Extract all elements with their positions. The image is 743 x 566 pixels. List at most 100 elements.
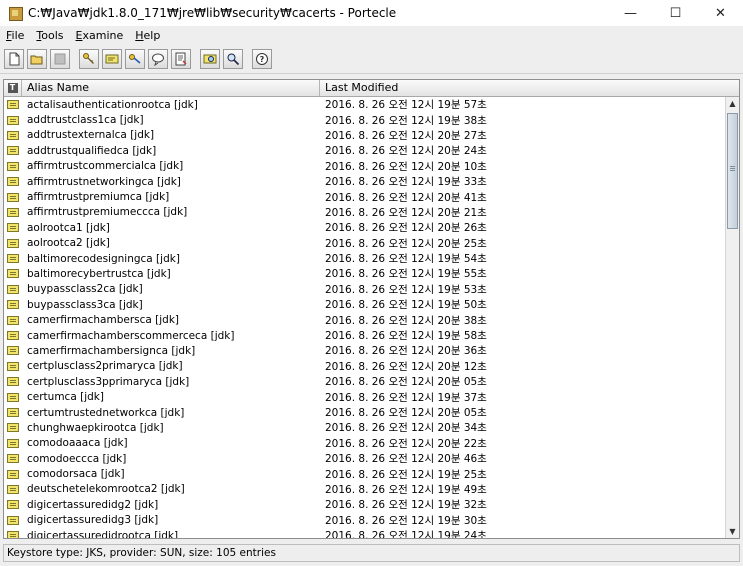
alias-name-cell: camerfirmachambersca [jdk]	[27, 314, 180, 327]
table-row[interactable]: affirmtrustpremiumeccca [jdk] 2016. 8. 26…	[4, 205, 724, 220]
alias-name-cell: deutschetelekomrootca2 [jdk]	[27, 483, 185, 496]
alias-name-cell: certplusclass3pprimaryca [jdk]	[27, 375, 190, 388]
import-keypair-button[interactable]	[125, 48, 145, 69]
new-keystore-button[interactable]	[4, 48, 24, 69]
trusted-cert-entry-icon	[4, 223, 22, 233]
table-row[interactable]: comodoaaaca [jdk] 2016. 8. 26 오전 12시 20분 …	[4, 436, 724, 451]
trusted-cert-entry-icon	[4, 161, 22, 171]
import-trusted-cert-button[interactable]	[102, 48, 122, 69]
last-modified-cell: 2016. 8. 26 오전 12시 19분 25초	[325, 468, 487, 481]
table-row[interactable]: certumtrustednetworkca [jdk] 2016. 8. 26 …	[4, 405, 724, 420]
alias-name-cell: addtrustqualifiedca [jdk]	[27, 144, 157, 157]
import-trusted-cert-icon	[105, 54, 119, 63]
help-button[interactable]: ?	[252, 48, 272, 69]
column-header-last-modified[interactable]: Last Modified	[320, 80, 739, 96]
table-row[interactable]: comodoeccca [jdk] 2016. 8. 26 오전 12시 20분 …	[4, 451, 724, 466]
open-keystore-button[interactable]	[27, 48, 47, 69]
table-row[interactable]: digicertassuredidg2 [jdk] 2016. 8. 26 오전 …	[4, 497, 724, 512]
table-row[interactable]: camerfirmachamberscommerceca [jdk] 2016. …	[4, 328, 724, 343]
table-row[interactable]: addtrustclass1ca [jdk] 2016. 8. 26 오전 12시…	[4, 112, 724, 127]
trusted-cert-entry-icon	[4, 454, 22, 464]
last-modified-cell: 2016. 8. 26 오전 12시 20분 36초	[325, 345, 487, 358]
menu-tools[interactable]: Tools	[30, 29, 69, 42]
save-keystore-button[interactable]	[50, 48, 70, 69]
table-row[interactable]: buypassclass2ca [jdk] 2016. 8. 26 오전 12시 …	[4, 282, 724, 297]
keystore-report-icon	[175, 52, 187, 65]
column-header-alias-name[interactable]: Alias Name	[22, 80, 320, 96]
vertical-scrollbar[interactable]: ▲ ▼	[725, 97, 739, 538]
alias-name-cell: affirmtrustnetworkingca [jdk]	[27, 175, 181, 188]
set-password-button[interactable]	[148, 48, 168, 69]
table-row[interactable]: camerfirmachambersignca [jdk] 2016. 8. 26…	[4, 343, 724, 358]
table-row[interactable]: comodorsaca [jdk] 2016. 8. 26 오전 12시 19분 …	[4, 466, 724, 481]
menu-help[interactable]: Help	[129, 29, 166, 42]
trusted-cert-entry-icon	[4, 438, 22, 448]
alias-name-cell: chunghwaepkirootca [jdk]	[27, 421, 164, 434]
column-header-entry-type[interactable]: T	[4, 80, 22, 96]
help-icon: ?	[256, 52, 268, 65]
table-row[interactable]: affirmtrustpremiumca [jdk] 2016. 8. 26 오전…	[4, 189, 724, 204]
scroll-thumb[interactable]	[727, 113, 738, 229]
set-password-icon	[152, 53, 164, 66]
generate-keypair-button[interactable]	[79, 48, 99, 69]
trusted-cert-entry-icon	[4, 115, 22, 125]
last-modified-cell: 2016. 8. 26 오전 12시 19분 30초	[325, 514, 487, 527]
last-modified-cell: 2016. 8. 26 오전 12시 20분 05초	[325, 407, 487, 419]
table-row[interactable]: certplusclass3pprimaryca [jdk] 2016. 8. 2…	[4, 374, 724, 389]
trusted-cert-entry-icon	[4, 484, 22, 494]
alias-name-cell: affirmtrustcommercialca [jdk]	[27, 160, 184, 173]
menu-help-mnemonic: H	[135, 28, 144, 42]
alias-name-cell: aolrootca1 [jdk]	[27, 221, 110, 234]
keystore-entries-table: T Alias Name Last Modified actalisauthen…	[3, 79, 740, 539]
table-row[interactable]: addtrustexternalca [jdk] 2016. 8. 26 오전 1…	[4, 128, 724, 143]
alias-name-cell: actalisauthenticationrootca [jdk]	[27, 98, 198, 111]
alias-name-cell: aolrootca2 [jdk]	[27, 237, 110, 250]
alias-name-cell: digicertassuredidg2 [jdk]	[27, 498, 159, 511]
table-row[interactable]: aolrootca1 [jdk] 2016. 8. 26 오전 12시 20분 2…	[4, 220, 724, 235]
examine-crl-button[interactable]	[223, 48, 243, 69]
table-row[interactable]: aolrootca2 [jdk] 2016. 8. 26 오전 12시 20분 2…	[4, 236, 724, 251]
trusted-cert-entry-icon	[4, 392, 22, 402]
trusted-cert-entry-icon	[4, 284, 22, 294]
menu-file[interactable]: File	[0, 29, 30, 42]
table-row[interactable]: deutschetelekomrootca2 [jdk] 2016. 8. 26 …	[4, 482, 724, 497]
table-row[interactable]: actalisauthenticationrootca [jdk] 2016. 8…	[4, 97, 724, 112]
table-row[interactable]: baltimorecodesigningca [jdk] 2016. 8. 26 …	[4, 251, 724, 266]
examine-cert-button[interactable]	[200, 48, 220, 69]
last-modified-cell: 2016. 8. 26 오전 12시 19분 24초	[325, 530, 487, 539]
table-row[interactable]: affirmtrustnetworkingca [jdk] 2016. 8. 26…	[4, 174, 724, 189]
table-row[interactable]: camerfirmachambersca [jdk] 2016. 8. 26 오전…	[4, 312, 724, 327]
minimize-button[interactable]: —	[608, 0, 653, 26]
scroll-up-arrow[interactable]: ▲	[726, 97, 739, 110]
menu-examine-label: xamine	[82, 28, 124, 42]
table-row[interactable]: addtrustqualifiedca [jdk] 2016. 8. 26 오전 …	[4, 143, 724, 158]
last-modified-cell: 2016. 8. 26 오전 12시 20분 24초	[325, 145, 487, 158]
table-row[interactable]: digicertassuredidg3 [jdk] 2016. 8. 26 오전 …	[4, 513, 724, 528]
close-button[interactable]: ✕	[698, 0, 743, 26]
table-row[interactable]: baltimorecybertrustca [jdk] 2016. 8. 26 오…	[4, 266, 724, 281]
trusted-cert-entry-icon	[4, 315, 22, 325]
scroll-down-arrow[interactable]: ▼	[726, 525, 739, 538]
window-title: C:₩Java₩jdk1.8.0_171₩jre₩lib₩security₩ca…	[28, 6, 397, 20]
last-modified-cell: 2016. 8. 26 오전 12시 19분 32초	[325, 499, 487, 512]
last-modified-cell: 2016. 8. 26 오전 12시 19분 49초	[325, 483, 487, 496]
trusted-cert-entry-icon	[4, 346, 22, 356]
menu-examine[interactable]: Examine	[70, 29, 130, 42]
alias-name-cell: baltimorecybertrustca [jdk]	[27, 267, 171, 280]
table-row[interactable]: certplusclass2primaryca [jdk] 2016. 8. 26…	[4, 359, 724, 374]
keystore-report-button[interactable]	[171, 48, 191, 69]
menu-help-label: elp	[143, 28, 161, 42]
trusted-cert-entry-icon	[4, 192, 22, 202]
table-row[interactable]: affirmtrustcommercialca [jdk] 2016. 8. 26…	[4, 159, 724, 174]
trusted-cert-entry-icon	[4, 207, 22, 217]
generate-keypair-icon	[83, 52, 94, 64]
examine-crl-icon	[227, 53, 240, 65]
last-modified-cell: 2016. 8. 26 오전 12시 19분 38초	[325, 114, 487, 127]
table-row[interactable]: chunghwaepkirootca [jdk] 2016. 8. 26 오전 1…	[4, 420, 724, 435]
last-modified-cell: 2016. 8. 26 오전 12시 20분 12초	[325, 360, 487, 373]
table-row[interactable]: buypassclass3ca [jdk] 2016. 8. 26 오전 12시 …	[4, 297, 724, 312]
table-row[interactable]: certumca [jdk] 2016. 8. 26 오전 12시 19분 37초	[4, 389, 724, 404]
trusted-cert-entry-icon	[4, 377, 22, 387]
table-row[interactable]: digicertassuredidrootca [jdk] 2016. 8. 26…	[4, 528, 724, 539]
maximize-button[interactable]: ☐	[653, 0, 698, 26]
